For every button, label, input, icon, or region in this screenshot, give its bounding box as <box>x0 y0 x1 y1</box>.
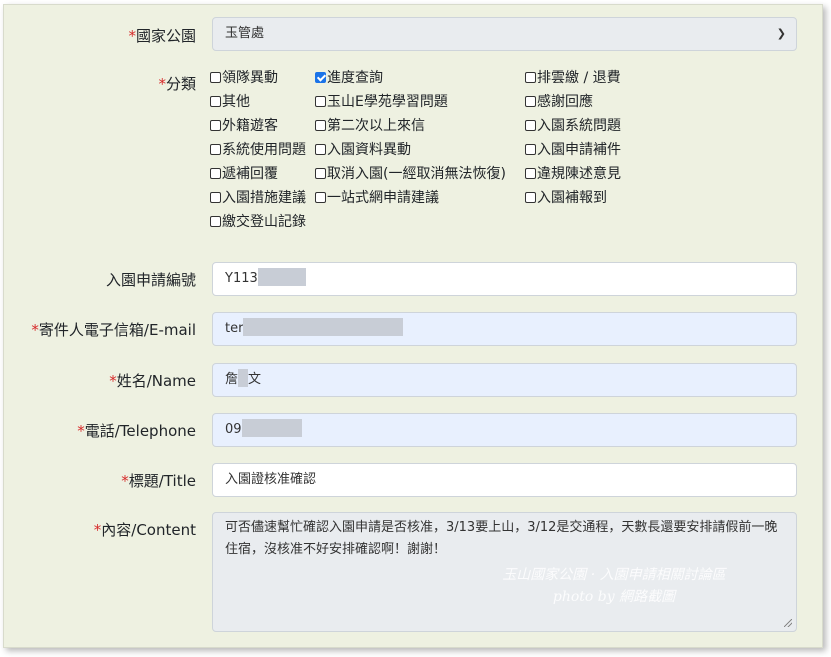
name-value-part2: 文 <box>248 372 262 387</box>
category-option[interactable]: 進度查詢 <box>315 69 383 87</box>
category-option[interactable]: 領隊異動 <box>210 69 278 87</box>
checkbox-icon[interactable] <box>210 144 221 155</box>
category-option[interactable]: 排雲繳 / 退費 <box>525 69 621 87</box>
phone-value: 09 <box>225 422 242 437</box>
watermark-line1: 玉山國家公園 · 入園申請相關討論區 <box>502 567 726 583</box>
park-select-value: 玉管處 <box>225 26 265 41</box>
app-no-value: Y113 <box>225 271 258 286</box>
park-label: *國家公園 <box>128 27 196 45</box>
resize-grip-icon[interactable] <box>784 619 792 627</box>
checkbox-icon[interactable] <box>210 120 221 131</box>
category-option-label: 入園系統問題 <box>537 118 621 134</box>
checkbox-icon[interactable] <box>210 216 221 227</box>
category-option[interactable]: 入園補報到 <box>525 189 607 207</box>
category-option-label: 違規陳述意見 <box>537 166 621 182</box>
app-no-label: 入園申請編號 <box>105 271 196 289</box>
checkbox-icon[interactable] <box>525 192 536 203</box>
checkbox-icon[interactable] <box>315 96 326 107</box>
category-option-label: 遞補回覆 <box>222 166 278 182</box>
category-option[interactable]: 違規陳述意見 <box>525 165 621 183</box>
category-option-label: 入園補報到 <box>537 190 607 206</box>
category-option[interactable]: 外籍遊客 <box>210 117 278 135</box>
content-label: *內容/Content <box>93 521 196 539</box>
checkbox-icon[interactable] <box>525 168 536 179</box>
checkbox-icon[interactable] <box>525 144 536 155</box>
category-option-label: 取消入園(一經取消無法恢復) <box>327 166 506 182</box>
category-option-label: 入園申請補件 <box>537 142 621 158</box>
name-label: *姓名/Name <box>109 372 196 390</box>
chevron-down-icon: ❯ <box>776 27 786 40</box>
category-option[interactable]: 其他 <box>210 93 250 111</box>
category-option-label: 領隊異動 <box>222 70 278 86</box>
checkbox-icon[interactable] <box>315 144 326 155</box>
checkbox-checked-icon[interactable] <box>315 72 326 83</box>
checkbox-icon[interactable] <box>525 120 536 131</box>
category-label: *分類 <box>158 75 196 93</box>
category-option[interactable]: 系統使用問題 <box>210 141 306 159</box>
checkbox-icon[interactable] <box>210 168 221 179</box>
category-option-label: 第二次以上來信 <box>327 118 425 134</box>
checkbox-icon[interactable] <box>210 96 221 107</box>
redacted-block <box>257 268 306 286</box>
email-input[interactable]: ter <box>212 312 797 346</box>
redacted-block <box>238 369 249 387</box>
title-value: 入園證核准確認 <box>225 472 317 487</box>
category-option-label: 一站式網申請建議 <box>327 190 439 206</box>
category-option[interactable]: 感謝回應 <box>525 93 593 111</box>
checkbox-icon[interactable] <box>315 192 326 203</box>
checkbox-icon[interactable] <box>210 192 221 203</box>
photo-watermark: 玉山國家公園 · 入園申請相關討論區 photo by 網路截圖 <box>444 564 784 608</box>
phone-label: *電話/Telephone <box>77 422 196 440</box>
category-option[interactable]: 第二次以上來信 <box>315 117 425 135</box>
category-option-label: 系統使用問題 <box>222 142 306 158</box>
phone-input[interactable]: 09 <box>212 413 797 447</box>
category-option-label: 入園資料異動 <box>327 142 411 158</box>
title-label: *標題/Title <box>121 472 196 490</box>
category-option-label: 其他 <box>222 94 250 110</box>
park-select[interactable]: 玉管處 ❯ <box>212 17 797 51</box>
category-option[interactable]: 入園資料異動 <box>315 141 411 159</box>
email-label: *寄件人電子信箱/E-mail <box>31 321 196 339</box>
redacted-block <box>241 419 302 437</box>
content-value: 可否儘速幫忙確認入園申請是否核准，3/13要上山，3/12是交通程，天數長還要安… <box>225 520 778 557</box>
category-option[interactable]: 玉山E學苑學習問題 <box>315 93 448 111</box>
category-option[interactable]: 入園系統問題 <box>525 117 621 135</box>
category-option-label: 入園措施建議 <box>222 190 306 206</box>
category-option[interactable]: 一站式網申請建議 <box>315 189 439 207</box>
category-option-label: 排雲繳 / 退費 <box>537 70 621 86</box>
checkbox-icon[interactable] <box>210 72 221 83</box>
watermark-line2: photo by 網路截圖 <box>552 589 676 605</box>
category-option[interactable]: 繳交登山記錄 <box>210 213 306 231</box>
checkbox-icon[interactable] <box>315 168 326 179</box>
checkbox-icon[interactable] <box>525 72 536 83</box>
redacted-block <box>243 318 404 336</box>
category-option[interactable]: 入園措施建議 <box>210 189 306 207</box>
name-input[interactable]: 詹文 <box>212 363 797 397</box>
title-input[interactable]: 入園證核准確認 <box>212 463 797 497</box>
category-option[interactable]: 取消入園(一經取消無法恢復) <box>315 165 506 183</box>
form-panel: *國家公園 玉管處 ❯ *分類 領隊異動 進度查詢 排雲繳 / 退費其他 玉山E學苑學… <box>3 4 823 648</box>
app-no-input[interactable]: Y113 <box>212 262 797 296</box>
category-option-label: 繳交登山記錄 <box>222 214 306 230</box>
name-value-part1: 詹 <box>225 372 239 387</box>
category-option[interactable]: 遞補回覆 <box>210 165 278 183</box>
category-option-label: 進度查詢 <box>327 70 383 86</box>
email-value: ter <box>225 321 244 336</box>
checkbox-icon[interactable] <box>315 120 326 131</box>
category-option-label: 玉山E學苑學習問題 <box>327 94 448 110</box>
category-option-label: 外籍遊客 <box>222 118 278 134</box>
checkbox-icon[interactable] <box>525 96 536 107</box>
category-option[interactable]: 入園申請補件 <box>525 141 621 159</box>
category-option-label: 感謝回應 <box>537 94 593 110</box>
